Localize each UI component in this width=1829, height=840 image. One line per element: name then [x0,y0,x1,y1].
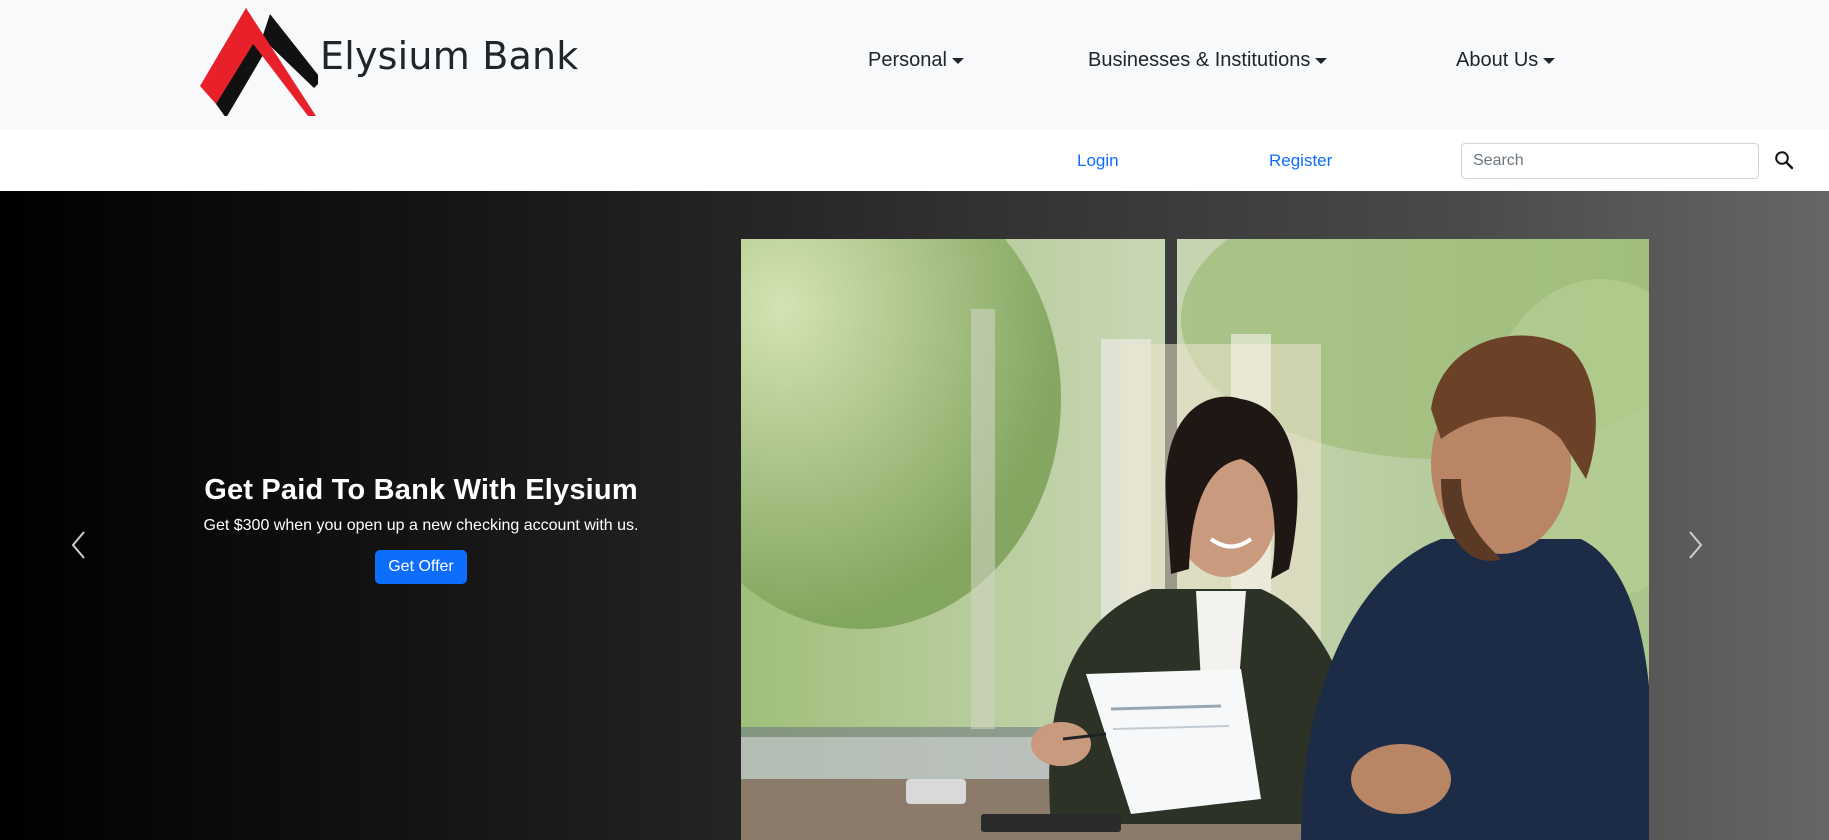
hero-subtitle: Get $300 when you open up a new checking… [203,517,639,534]
search-button[interactable] [1771,147,1797,173]
hero-image [741,239,1649,840]
nav-about[interactable]: About Us [1456,49,1556,72]
main-header: Elysium Bank Personal Businesses & Insti… [0,0,1829,129]
carousel-next-button[interactable] [1680,530,1710,560]
login-link[interactable]: Login [1077,151,1119,171]
nav-personal-label: Personal [868,49,947,71]
hero-title: Get Paid To Bank With Elysium [204,474,638,506]
brand-logo-icon [200,8,318,116]
brand[interactable]: Elysium Bank [198,6,578,116]
register-link[interactable]: Register [1269,151,1332,171]
search-icon [1775,151,1794,170]
nav-personal[interactable]: Personal [868,49,964,72]
carousel-prev-button[interactable] [64,530,94,560]
caret-down-icon [1543,57,1556,64]
nav-businesses-label: Businesses & Institutions [1088,49,1311,71]
nav-businesses[interactable]: Businesses & Institutions [1088,49,1328,72]
account-bar: Login Register [0,129,1829,191]
chevron-right-icon [1689,531,1703,559]
brand-name: Elysium Bank [320,34,579,78]
chevron-left-icon [71,531,85,559]
nav-about-label: About Us [1456,49,1539,71]
caret-down-icon [1315,57,1328,64]
hero-photo-illustration [741,239,1649,840]
caret-down-icon [951,57,964,64]
hero-caption: Get Paid To Bank With Elysium Get $300 w… [121,474,721,584]
search-input[interactable] [1461,143,1759,179]
get-offer-button[interactable]: Get Offer [375,550,467,584]
hero-carousel: Get Paid To Bank With Elysium Get $300 w… [0,191,1829,840]
